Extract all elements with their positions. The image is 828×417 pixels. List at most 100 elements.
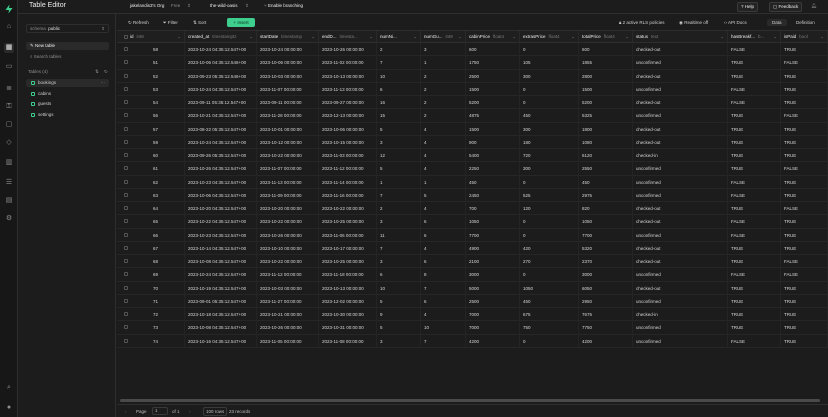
chevron-down-icon[interactable]: ⌄ [820,31,824,43]
cell-status[interactable]: checked-out [633,43,728,57]
cell-cabin-price[interactable]: 1500 [466,122,520,136]
cell-extras-price[interactable]: 0 [520,228,579,242]
new-table-button[interactable]: ✎ New table [26,42,109,50]
cell-total-price[interactable]: 1050 [579,215,633,229]
cell-num-guests[interactable]: 4 [421,149,466,163]
table-row[interactable]: 72 2023-10-18 04:35:12.547+00 2023-10-21 0… [117,308,828,322]
cell-is-paid[interactable]: TRUE [781,294,828,308]
cell-is-paid[interactable]: FALSE [781,268,828,282]
cell-num-guests[interactable]: 4 [421,308,466,322]
cell-end-date[interactable]: 2023-11-06 00:00:00 [319,228,377,242]
cell-start-date[interactable]: 2023-10-20 00:00:00 [257,202,319,216]
cell-status[interactable]: unconfirmed [633,321,728,335]
table-row[interactable]: 52 2023-09-23 05:35:12.546+00 2023-10-03 0… [117,69,828,83]
cell-created-at[interactable]: 2023-08-22 05:35:12.547+00 [185,122,257,136]
supabase-logo-icon[interactable] [4,4,14,14]
tab-data[interactable]: Data [767,19,787,26]
cell-is-paid[interactable]: TRUE [781,188,828,202]
cell-created-at[interactable]: 2023-10-23 04:35:12.547+00 [185,228,257,242]
cell-has-breakfast[interactable]: TRUE [728,281,781,295]
cell-end-date[interactable]: 2023-10-13 00:00:00 [319,69,377,83]
cell-extras-price[interactable]: 180 [520,135,579,149]
cell-status[interactable]: unconfirmed [633,175,728,189]
cell-start-date[interactable]: 2023-11-13 00:00:00 [257,175,319,189]
cell-created-at[interactable]: 2023-09-23 05:35:12.546+00 [185,69,257,83]
table-row[interactable]: 65 2023-10-22 04:35:12.547+00 2023-10-22 0… [117,215,828,229]
table-row[interactable]: 57 2023-08-22 05:35:12.547+00 2023-10-01 0… [117,122,828,136]
cell-end-date[interactable]: 2023-09-27 00:00:00 [319,96,377,110]
cell-total-price[interactable]: 6050 [579,281,633,295]
filter-button[interactable]: ⏷ Filter [163,20,178,25]
cell-end-date[interactable]: 2023-12-02 00:00:00 [319,294,377,308]
cell-end-date[interactable]: 2023-10-15 00:00:00 [319,135,377,149]
table-row[interactable]: 60 2023-09-26 05:35:12.547+00 2023-10-22 0… [117,149,828,163]
cell-status[interactable]: unconfirmed [633,162,728,176]
cell-created-at[interactable]: 2023-10-18 04:35:12.547+00 [185,308,257,322]
cell-status[interactable]: checked-out [633,281,728,295]
cell-extras-price[interactable]: 300 [520,69,579,83]
cell-start-date[interactable]: 2023-10-03 00:00:00 [257,281,319,295]
table-row[interactable]: 68 2023-10-08 04:35:12.547+00 2023-10-22 0… [117,255,828,269]
table-row[interactable]: 69 2023-10-24 04:35:12.547+00 2023-11-12 0… [117,268,828,282]
cell-id[interactable]: 72 [127,308,185,322]
table-row[interactable]: 74 2023-10-16 04:35:12.547+00 2023-11-05 0… [117,334,828,348]
page-input[interactable]: 1 [152,407,168,415]
cell-num-nights[interactable]: 2 [377,202,421,216]
cell-is-paid[interactable]: FALSE [781,162,828,176]
cell-status[interactable]: checked-out [633,122,728,136]
cell-has-breakfast[interactable]: TRUE [728,109,781,123]
cell-num-guests[interactable]: 4 [421,241,466,255]
table-row[interactable]: 62 2023-10-23 04:35:12.547+00 2023-11-13 0… [117,175,828,189]
cell-total-price[interactable]: 600 [579,43,633,57]
cell-end-date[interactable]: 2023-10-25 00:00:00 [319,215,377,229]
cell-extras-price[interactable]: 525 [520,188,579,202]
cell-start-date[interactable]: 2023-11-09 00:00:00 [257,188,319,202]
cell-is-paid[interactable]: FALSE [781,255,828,269]
table-row[interactable]: 70 2023-10-19 04:35:12.547+00 2023-10-03 0… [117,281,828,295]
cell-created-at[interactable]: 2023-10-22 04:35:12.547+00 [185,215,257,229]
cell-id[interactable]: 73 [127,321,185,335]
cell-is-paid[interactable]: TRUE [781,241,828,255]
cell-end-date[interactable]: 2023-10-25 00:00:00 [319,255,377,269]
cell-start-date[interactable]: 2023-11-27 00:00:00 [257,294,319,308]
cell-end-date[interactable]: 2023-11-12 00:00:00 [319,162,377,176]
cell-start-date[interactable]: 2023-09-11 00:00:00 [257,96,319,110]
cell-is-paid[interactable]: TRUE [781,149,828,163]
cell-id[interactable]: 66 [127,228,185,242]
cell-status[interactable]: checked-in [633,149,728,163]
cell-cabin-price[interactable]: 4200 [466,334,520,348]
cell-start-date[interactable]: 2023-10-22 00:00:00 [257,149,319,163]
cell-has-breakfast[interactable]: FALSE [728,82,781,96]
cell-cabin-price[interactable]: 5000 [466,281,520,295]
cell-status[interactable]: checked-out [633,241,728,255]
cell-num-nights[interactable]: 12 [377,149,421,163]
cell-total-price[interactable]: 450 [579,175,633,189]
cell-created-at[interactable]: 2023-10-08 04:35:12.547+00 [185,321,257,335]
realtime-toggle[interactable]: ◉ Realtime off [679,20,708,26]
column-header-end-date[interactable]: endD... timesta... ⌄ [319,31,377,43]
cell-has-breakfast[interactable]: TRUE [728,202,781,216]
horizontal-scrollbar[interactable] [117,398,828,403]
cell-id[interactable]: 56 [127,109,185,123]
cell-is-paid[interactable]: FALSE [781,202,828,216]
cell-extras-price[interactable]: 450 [520,109,579,123]
cell-id[interactable]: 57 [127,122,185,136]
cell-num-guests[interactable]: 4 [421,162,466,176]
cell-id[interactable]: 52 [127,69,185,83]
table-row[interactable]: 73 2023-10-08 04:35:12.547+00 2023-10-26 0… [117,321,828,335]
cell-id[interactable]: 68 [127,255,185,269]
cell-num-guests[interactable]: 2 [421,69,466,83]
cell-start-date[interactable]: 2023-11-07 00:00:00 [257,82,319,96]
cell-id[interactable]: 65 [127,215,185,229]
cell-num-nights[interactable]: 7 [377,56,421,70]
chevron-down-icon[interactable]: ⌄ [625,31,629,43]
cell-total-price[interactable]: 6120 [579,149,633,163]
cell-num-guests[interactable]: 4 [421,135,466,149]
sql-editor-icon[interactable]: ▭ [4,62,14,72]
cell-cabin-price[interactable]: 5200 [466,96,520,110]
cell-num-nights[interactable]: 7 [377,188,421,202]
cell-status[interactable]: unconfirmed [633,228,728,242]
cell-num-nights[interactable]: 3 [377,215,421,229]
cell-id[interactable]: 59 [127,135,185,149]
prev-page-icon[interactable]: ‹ [125,409,127,414]
